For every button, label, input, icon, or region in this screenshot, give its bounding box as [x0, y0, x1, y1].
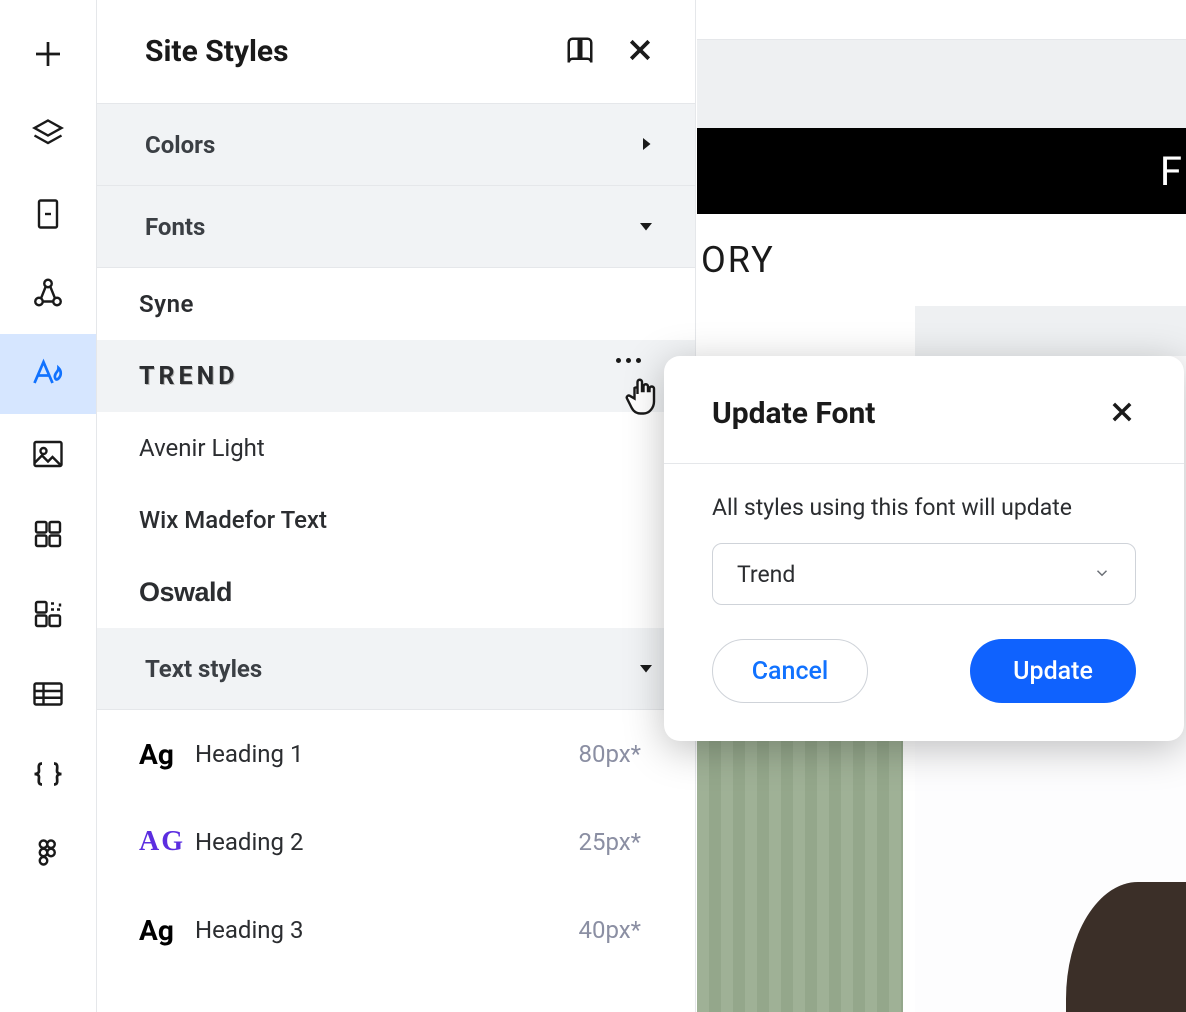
site-styles-icon[interactable]: [0, 334, 96, 414]
modal-description: All styles using this font will update: [712, 494, 1136, 521]
panel-header: Site Styles: [97, 0, 695, 104]
add-icon[interactable]: [0, 14, 96, 94]
chevron-right-icon: [637, 131, 655, 159]
product-image-fragment: [1066, 882, 1186, 1012]
figma-icon[interactable]: [0, 814, 96, 894]
font-label: Syne: [139, 290, 194, 318]
components-icon[interactable]: [0, 574, 96, 654]
section-label: Colors: [145, 131, 215, 159]
media-icon[interactable]: [0, 414, 96, 494]
connections-icon[interactable]: [0, 254, 96, 334]
font-item-trend[interactable]: TREND: [97, 340, 695, 412]
font-label: TREND: [139, 362, 238, 391]
select-value: Trend: [737, 561, 795, 588]
site-styles-panel: Site Styles Colors Fonts Syne: [96, 0, 696, 1012]
style-label: Heading 2: [195, 828, 578, 856]
code-icon[interactable]: [0, 734, 96, 814]
chevron-down-icon: [1093, 561, 1111, 588]
font-item-oswald[interactable]: Oswald: [97, 556, 695, 628]
modal-title: Update Font: [712, 396, 1108, 431]
text-style-heading2[interactable]: AG Heading 2 25px*: [97, 798, 695, 886]
canvas-topbar: [697, 0, 1186, 40]
subheader-text-fragment: ORY: [701, 239, 775, 281]
header-strip: F: [697, 128, 1186, 214]
section-colors[interactable]: Colors: [97, 104, 695, 186]
text-style-heading3[interactable]: Ag Heading 3 40px*: [97, 886, 695, 974]
section-fonts[interactable]: Fonts: [97, 186, 695, 268]
section-label: Fonts: [145, 213, 205, 241]
panel-title: Site Styles: [145, 34, 565, 69]
button-label: Cancel: [752, 657, 829, 686]
page-icon[interactable]: [0, 174, 96, 254]
font-item-wixmade[interactable]: Wix Madefor Text: [97, 484, 695, 556]
section-text-styles[interactable]: Text styles: [97, 628, 695, 710]
font-item-avenir[interactable]: Avenir Light: [97, 412, 695, 484]
style-label: Heading 3: [195, 916, 578, 944]
font-label: Avenir Light: [139, 434, 265, 462]
header-text-fragment: F: [1160, 148, 1182, 195]
text-style-heading1[interactable]: Ag Heading 1 80px*: [97, 710, 695, 798]
apps-icon[interactable]: [0, 494, 96, 574]
style-preview: Ag: [139, 738, 195, 771]
left-tool-rail: [0, 0, 96, 1012]
cancel-button[interactable]: Cancel: [712, 639, 868, 703]
font-select[interactable]: Trend: [712, 543, 1136, 605]
chevron-down-icon: [637, 655, 655, 683]
modal-body: All styles using this font will update T…: [664, 464, 1184, 741]
chevron-down-icon: [637, 213, 655, 241]
style-size: 80px*: [578, 740, 641, 768]
modal-header: Update Font: [664, 356, 1184, 464]
more-options-icon[interactable]: [616, 358, 641, 363]
panel-scroll: Colors Fonts Syne TREND Avenir Light Wix…: [97, 104, 695, 1012]
docs-icon[interactable]: [565, 35, 595, 69]
style-size: 40px*: [578, 916, 641, 944]
update-font-modal: Update Font All styles using this font w…: [664, 356, 1184, 741]
font-label: Wix Madefor Text: [139, 506, 327, 534]
close-icon[interactable]: [625, 35, 655, 69]
section-label: Text styles: [145, 655, 262, 683]
layers-icon[interactable]: [0, 94, 96, 174]
font-label: Oswald: [139, 577, 232, 608]
style-preview: AG: [139, 826, 195, 858]
update-button[interactable]: Update: [970, 639, 1136, 703]
style-size: 25px*: [578, 828, 641, 856]
close-icon[interactable]: [1108, 398, 1136, 430]
style-preview: Ag: [139, 914, 195, 947]
product-image-quilt: [697, 732, 903, 1012]
modal-actions: Cancel Update: [712, 639, 1136, 703]
style-label: Heading 1: [195, 740, 578, 768]
subheader-strip: ORY: [697, 214, 1186, 306]
table-icon[interactable]: [0, 654, 96, 734]
font-item-syne[interactable]: Syne: [97, 268, 695, 340]
button-label: Update: [1013, 657, 1093, 686]
